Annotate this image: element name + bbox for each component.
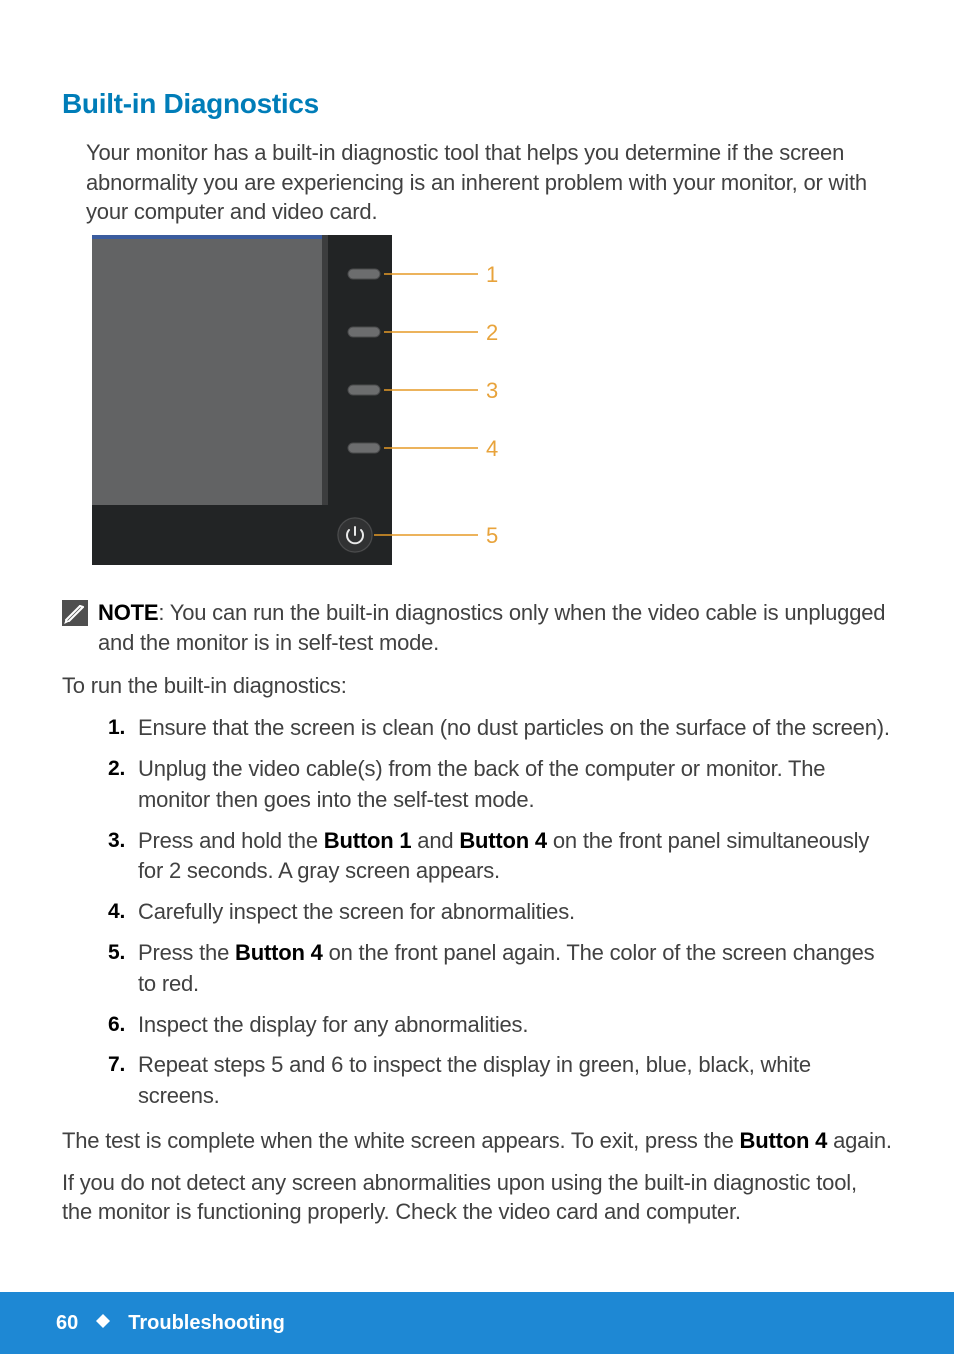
bold-text: Button 4 [740,1128,828,1153]
section-heading: Built-in Diagnostics [62,88,892,120]
diagram-svg: 1 2 3 4 5 [92,235,502,565]
text-run: Carefully inspect the screen for abnorma… [138,899,575,924]
text-run: Unplug the video cable(s) from the back … [138,756,825,812]
diagram-label-5: 5 [486,523,498,548]
note-label: NOTE [98,600,158,625]
text-run: Press the [138,940,235,965]
step-item: 2. Unplug the video cable(s) from the bac… [108,754,892,816]
post-paragraph-1: The test is complete when the white scre… [62,1126,892,1156]
bold-text: Button 4 [459,828,547,853]
step-number: 2. [108,754,125,783]
step-item: 3. Press and hold the Button 1 and Button… [108,826,892,888]
step-number: 4. [108,897,125,926]
page: Built-in Diagnostics Your monitor has a … [0,0,954,1354]
text-run: The test is complete when the white scre… [62,1128,740,1153]
steps-list: 1. Ensure that the screen is clean (no du… [108,713,892,1112]
page-number: 60 [56,1312,78,1335]
note-text: NOTE: You can run the built-in diagnosti… [98,598,892,657]
step-number: 5. [108,938,125,967]
step-number: 3. [108,826,125,855]
page-footer: 60 Troubleshooting [0,1292,954,1354]
step-item: 5.Press the Button 4 on the front panel … [108,938,892,1000]
footer-diamond-icon [96,1314,110,1333]
text-run: and [411,828,459,853]
post-paragraph-2: If you do not detect any screen abnormal… [62,1168,892,1227]
step-item: 6. Inspect the display for any abnormalit… [108,1010,892,1041]
step-item: 4. Carefully inspect the screen for abnor… [108,897,892,928]
bold-text: Button 1 [324,828,412,853]
diagram-label-1: 1 [486,262,498,287]
diagram-label-4: 4 [486,436,498,461]
bold-text: Button 4 [235,940,323,965]
footer-section-name: Troubleshooting [128,1312,285,1335]
step-number: 7. [108,1050,125,1079]
note-body: : You can run the built-in diagnostics o… [98,600,885,655]
content-area: Built-in Diagnostics Your monitor has a … [0,0,954,1227]
diagram-label-2: 2 [486,320,498,345]
text-run: Press and hold the [138,828,324,853]
step-item: 7. Repeat steps 5 and 6 to inspect the di… [108,1050,892,1112]
note-pencil-icon [62,600,88,631]
pre-steps-text: To run the built-in diagnostics: [62,671,892,701]
text-run: Inspect the display for any abnormalitie… [138,1012,528,1037]
text-run: again. [827,1128,892,1153]
text-run: Repeat steps 5 and 6 to inspect the disp… [138,1052,811,1108]
note-block: NOTE: You can run the built-in diagnosti… [62,598,892,657]
intro-paragraph: Your monitor has a built-in diagnostic t… [86,138,892,227]
step-number: 1. [108,713,125,742]
monitor-diagram: 1 2 3 4 5 [92,235,892,570]
diagram-label-3: 3 [486,378,498,403]
step-number: 6. [108,1010,125,1039]
text-run: Ensure that the screen is clean (no dust… [138,715,890,740]
step-item: 1. Ensure that the screen is clean (no du… [108,713,892,744]
